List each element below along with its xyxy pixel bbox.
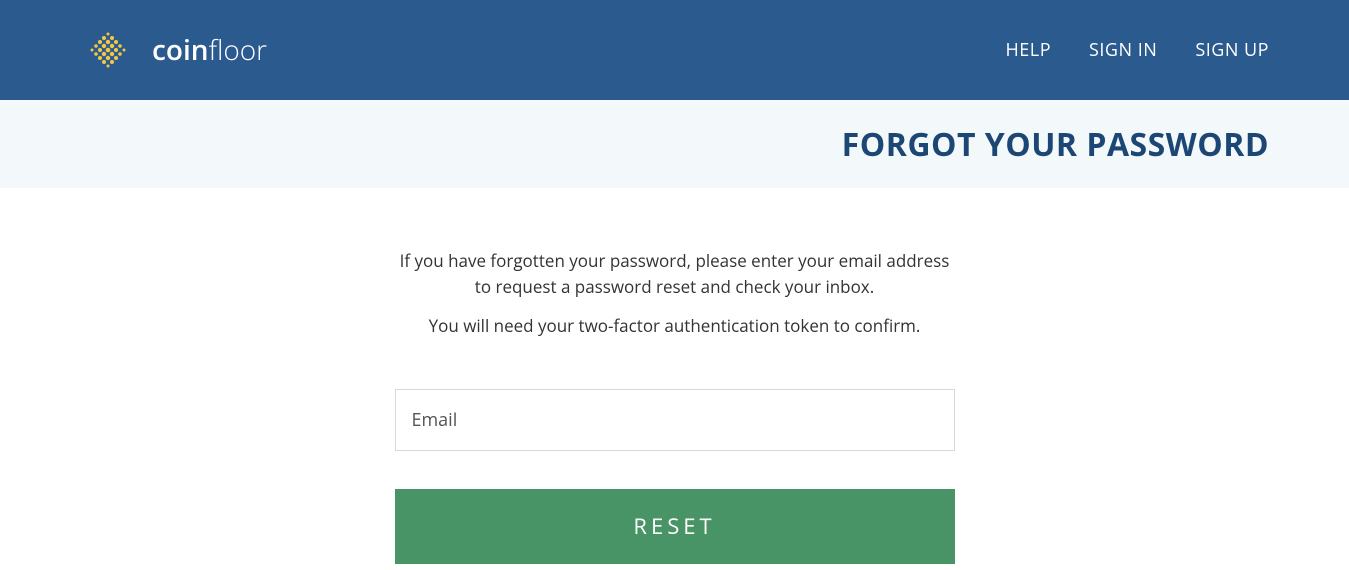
description-text-2: You will need your two-factor authentica… [395,313,955,339]
logo[interactable]: coinfloor [80,25,267,75]
logo-text: coinfloor [152,31,267,69]
header-nav: HELP SIGN IN SIGN UP [1006,38,1269,62]
coinfloor-logo-icon [80,25,140,75]
reset-button[interactable]: RESET [395,489,955,564]
nav-signin[interactable]: SIGN IN [1089,38,1157,62]
nav-help[interactable]: HELP [1006,38,1052,62]
page-banner: FORGOT YOUR PASSWORD [0,100,1349,188]
email-field[interactable] [395,389,955,451]
reset-form: RESET [395,389,955,564]
main-header: coinfloor HELP SIGN IN SIGN UP [0,0,1349,100]
page-title: FORGOT YOUR PASSWORD [842,123,1269,166]
main-content: If you have forgotten your password, ple… [375,248,975,564]
description-text-1: If you have forgotten your password, ple… [395,248,955,299]
nav-signup[interactable]: SIGN UP [1195,38,1269,62]
